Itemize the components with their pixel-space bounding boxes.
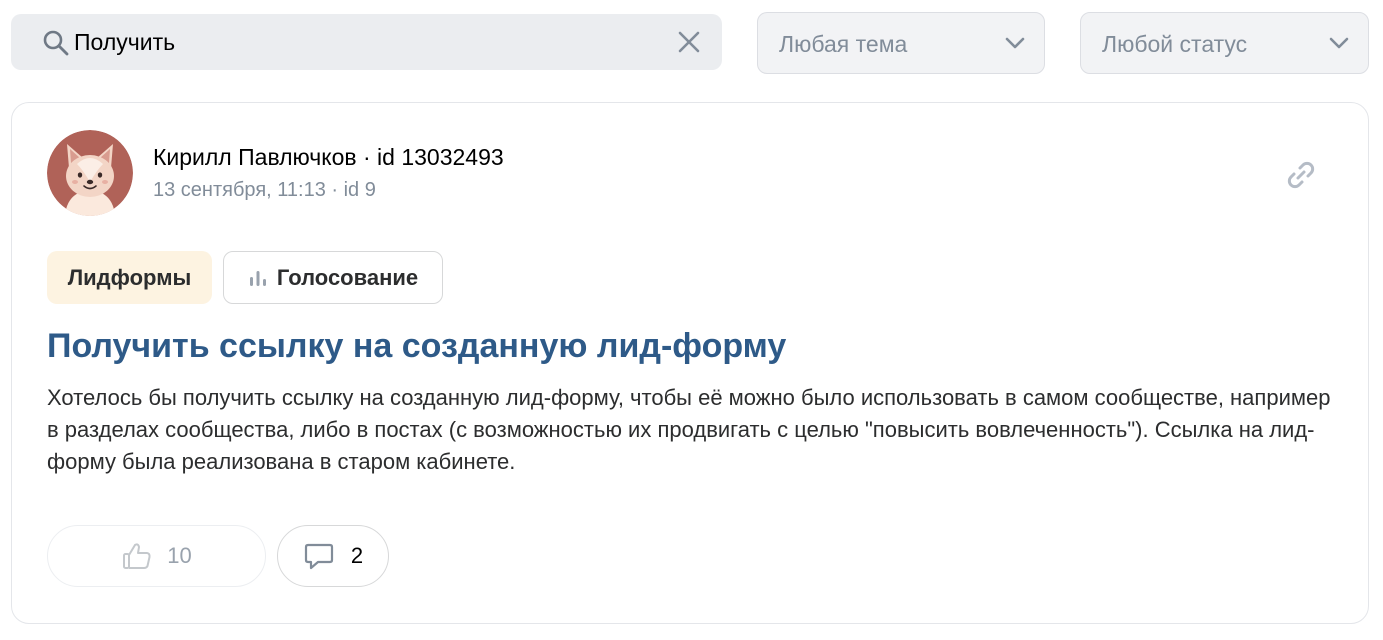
post-meta: 13 сентября, 11:13 · id 9 [153, 179, 376, 201]
close-icon[interactable] [677, 30, 701, 54]
comment-count: 2 [350, 543, 364, 568]
avatar[interactable] [47, 130, 133, 216]
search-icon [43, 30, 69, 56]
search-input[interactable] [74, 22, 664, 62]
search-bar[interactable] [11, 14, 722, 70]
thumbs-up-icon [123, 543, 151, 569]
chevron-down-icon [1005, 37, 1025, 49]
tag-label: Лидформы [67, 264, 192, 290]
tag-label: Голосование [276, 264, 419, 290]
dog-avatar-icon [47, 130, 133, 216]
comment-icon [304, 543, 333, 570]
bar-chart-icon [249, 270, 266, 286]
post-body: Хотелось бы получить ссылку на созданную… [47, 385, 1331, 474]
theme-filter-select[interactable]: Любая тема [757, 12, 1045, 74]
post-author[interactable]: Кирилл Павлючков · id 13032493 [153, 144, 504, 171]
theme-filter-label: Любая тема [779, 31, 908, 57]
tag-leadforms[interactable]: Лидформы [47, 251, 212, 304]
status-filter-select[interactable]: Любой статус [1080, 12, 1369, 74]
post-card: Кирилл Павлючков · id 13032493 13 сентяб… [11, 102, 1369, 624]
like-count: 10 [167, 543, 192, 568]
chevron-down-icon [1329, 37, 1349, 49]
status-filter-label: Любой статус [1102, 31, 1248, 57]
post-title[interactable]: Получить ссылку на созданную лид-форму [47, 327, 1337, 366]
link-icon[interactable] [1283, 157, 1319, 193]
tag-voting[interactable]: Голосование [223, 251, 443, 304]
comment-button[interactable]: 2 [277, 525, 389, 587]
like-button[interactable]: 10 [47, 525, 266, 587]
